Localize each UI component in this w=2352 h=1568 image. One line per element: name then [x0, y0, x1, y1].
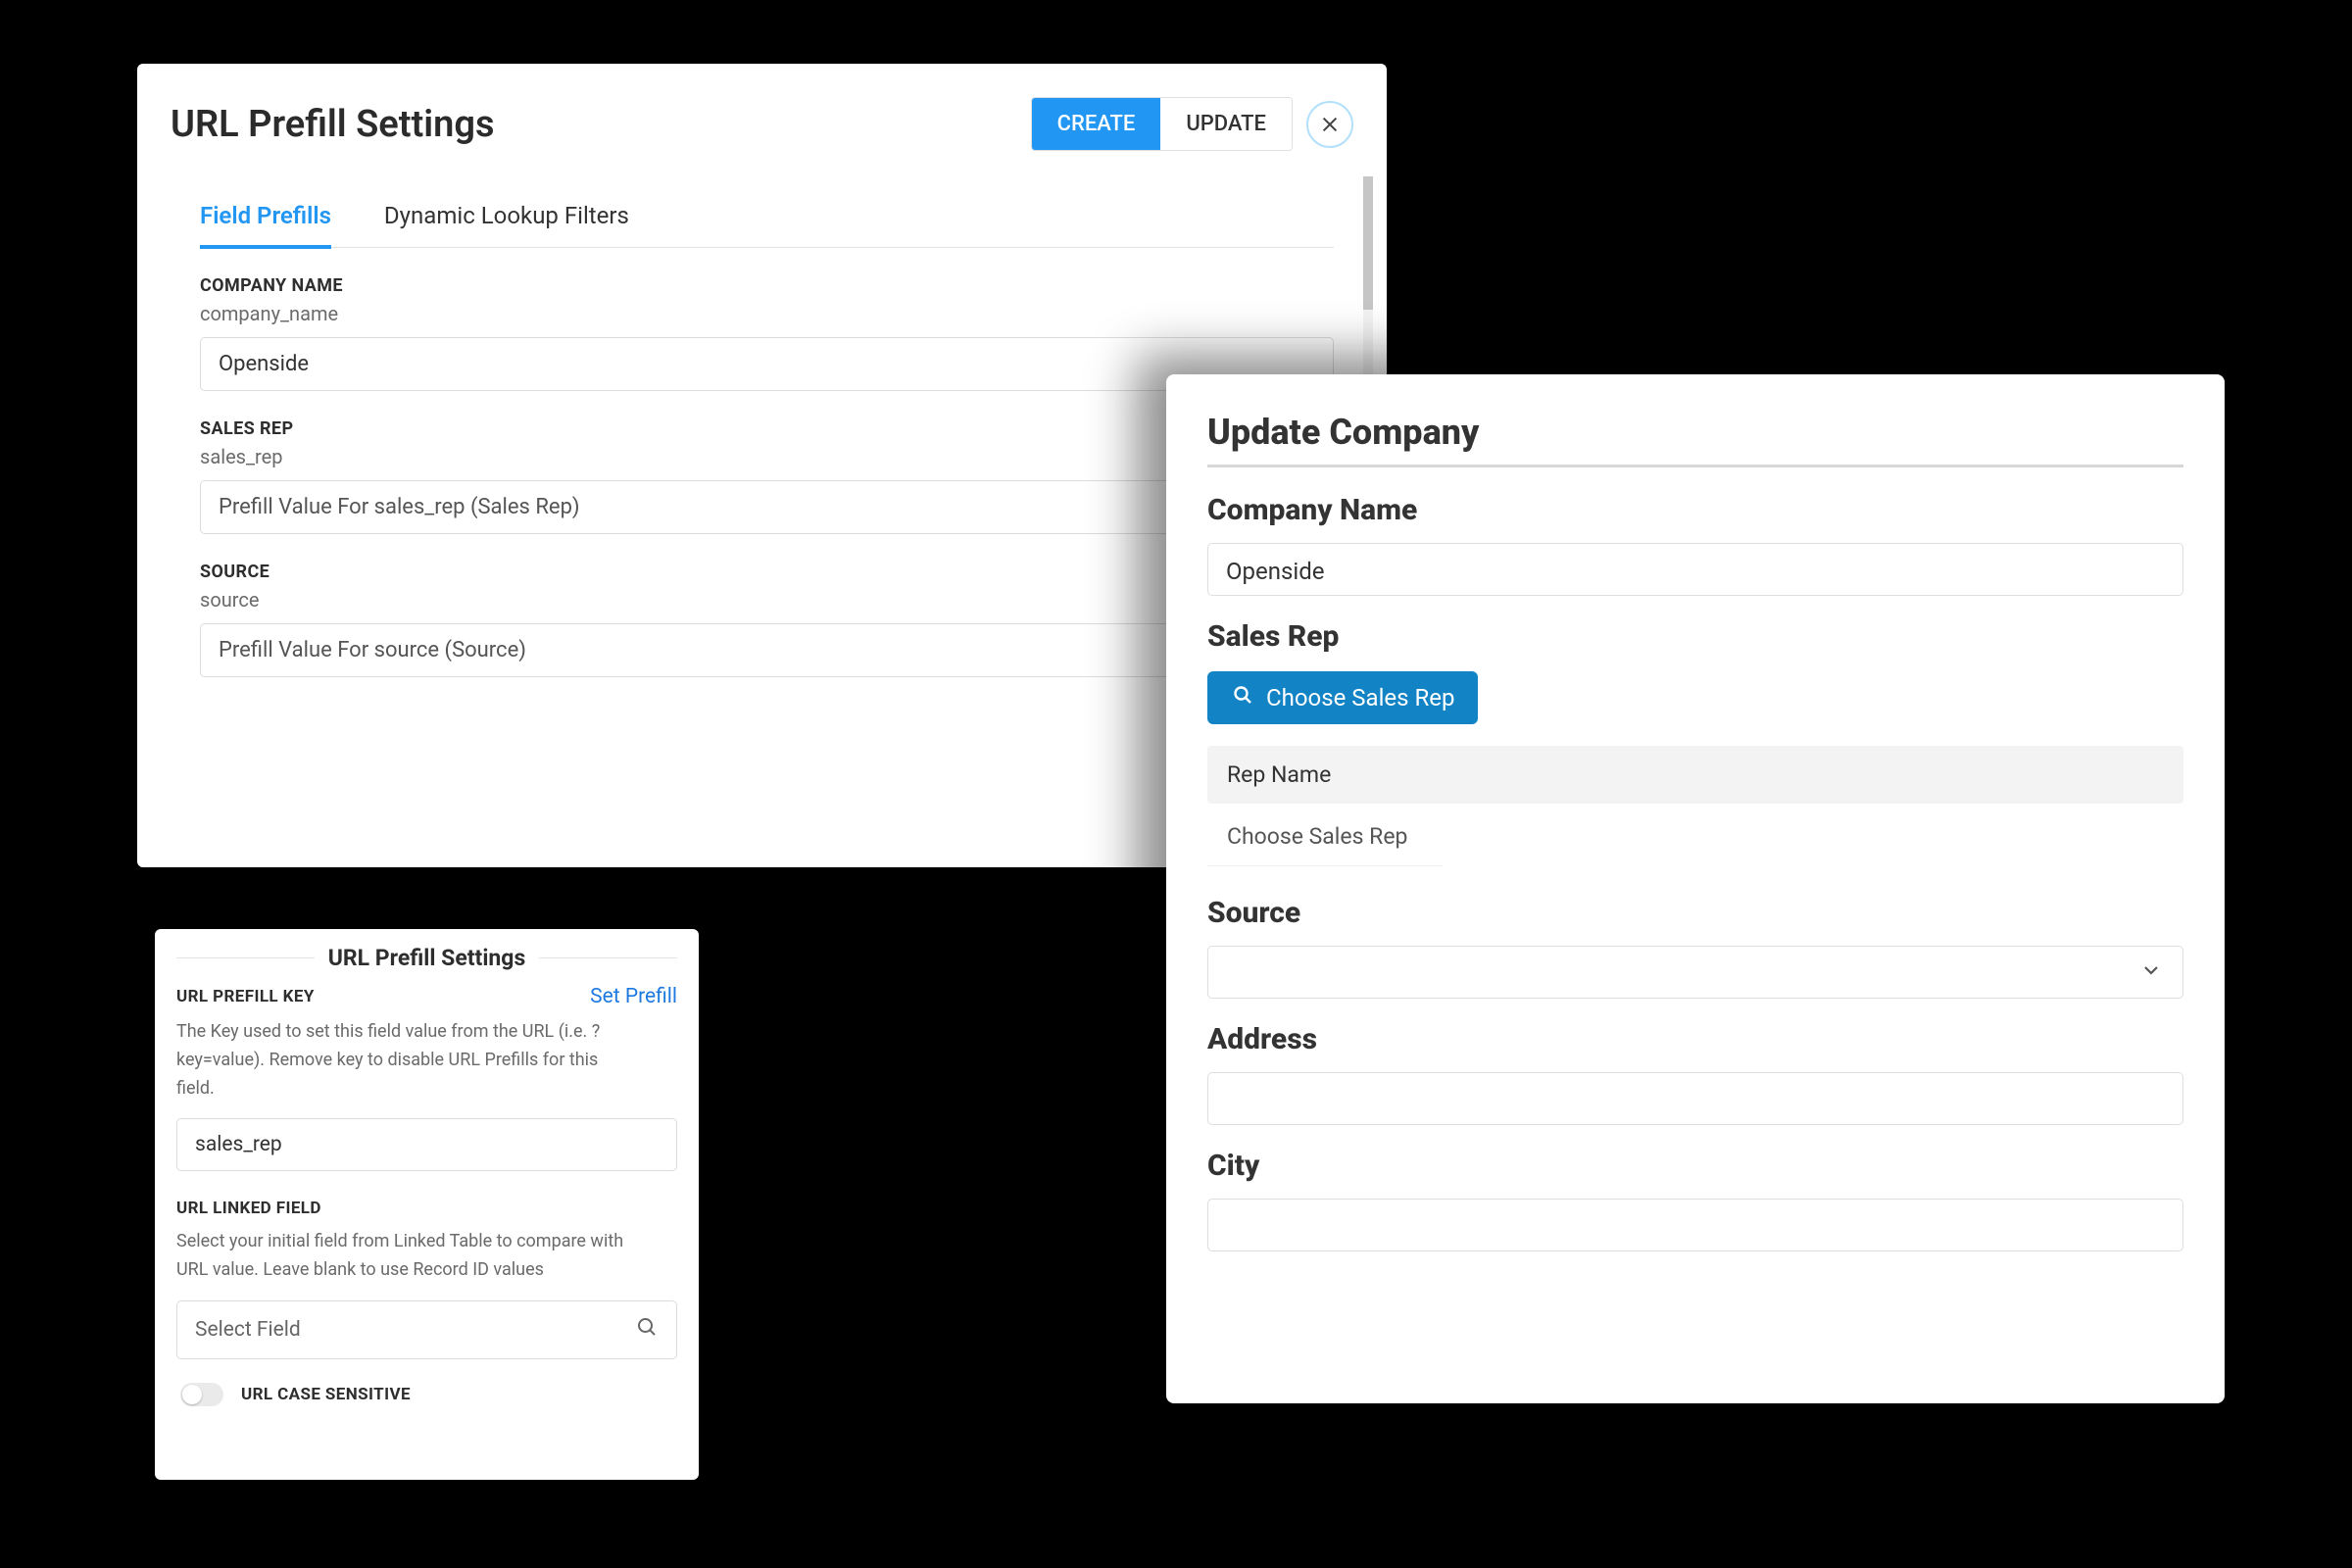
field-key: company_name [200, 302, 1334, 325]
tab-dynamic-lookup-filters[interactable]: Dynamic Lookup Filters [384, 190, 629, 247]
chevron-down-icon [2139, 958, 2163, 986]
panel1-title: URL Prefill Settings [171, 103, 495, 146]
field-key: source [200, 588, 1334, 612]
search-icon [1231, 683, 1254, 712]
case-sensitive-row: URL CASE SENSITIVE [176, 1383, 677, 1406]
update-company-panel: Update Company Company Name Openside Sal… [1166, 374, 2225, 1403]
key-row: URL PREFILL KEY Set Prefill [176, 987, 677, 1008]
rep-name-header: Rep Name [1207, 746, 2183, 804]
linked-field-section: URL LINKED FIELD Select your initial fie… [176, 1199, 677, 1359]
scrollbar-up[interactable] [1363, 176, 1373, 192]
panel1-actions: CREATE UPDATE [1031, 97, 1353, 151]
url-prefill-key-label: URL PREFILL KEY [176, 987, 315, 1006]
field-block-sales-rep: SALES REP sales_rep Prefill Value For sa… [200, 418, 1334, 534]
sales-rep-label: Sales Rep [1207, 619, 2183, 654]
field-block-company-name: COMPANY NAME company_name Openside [200, 275, 1334, 391]
close-button[interactable] [1306, 101, 1353, 148]
mode-toggle: CREATE UPDATE [1031, 97, 1293, 151]
tab-field-prefills[interactable]: Field Prefills [200, 190, 331, 249]
address-field[interactable] [1207, 1072, 2183, 1125]
close-icon [1319, 114, 1341, 135]
panel1-header: URL Prefill Settings CREATE UPDATE [137, 64, 1387, 167]
company-name-field[interactable]: Openside [1207, 543, 2183, 596]
url-linked-field-help: Select your initial field from Linked Ta… [176, 1228, 637, 1285]
source-select[interactable] [1207, 946, 2183, 999]
toggle-knob [182, 1385, 202, 1404]
update-button[interactable]: UPDATE [1160, 98, 1292, 150]
divider-right [539, 957, 677, 958]
field-label: COMPANY NAME [200, 275, 1334, 296]
field-label: SALES REP [200, 418, 1334, 439]
create-button[interactable]: CREATE [1032, 98, 1161, 150]
choose-sales-rep-button[interactable]: Choose Sales Rep [1207, 671, 1478, 724]
url-prefill-key-input[interactable]: sales_rep [176, 1118, 677, 1171]
city-label: City [1207, 1149, 2183, 1183]
company-name-label: Company Name [1207, 493, 2183, 527]
select-placeholder: Select Field [195, 1318, 301, 1342]
url-linked-field-label: URL LINKED FIELD [176, 1199, 677, 1218]
address-label: Address [1207, 1022, 2183, 1056]
update-company-title: Update Company [1207, 412, 2183, 467]
rep-list-item[interactable]: Choose Sales Rep [1207, 804, 1443, 866]
set-prefill-link[interactable]: Set Prefill [590, 985, 677, 1008]
case-sensitive-label: URL CASE SENSITIVE [241, 1385, 411, 1404]
divider-left [176, 957, 315, 958]
field-block-source: SOURCE source Prefill Value For source (… [200, 562, 1334, 677]
url-prefill-key-help: The Key used to set this field value fro… [176, 1018, 637, 1102]
field-key: sales_rep [200, 445, 1334, 468]
choose-sales-rep-label: Choose Sales Rep [1266, 684, 1454, 711]
company-name-input[interactable]: Openside [200, 337, 1334, 391]
panel2-title: URL Prefill Settings [328, 945, 526, 971]
source-label: Source [1207, 896, 2183, 930]
url-linked-field-select[interactable]: Select Field [176, 1300, 677, 1359]
case-sensitive-toggle[interactable] [180, 1383, 223, 1406]
source-input[interactable]: Prefill Value For source (Source) [200, 623, 1334, 677]
sales-rep-input[interactable]: Prefill Value For sales_rep (Sales Rep) [200, 480, 1334, 534]
tabs: Field Prefills Dynamic Lookup Filters [200, 190, 1334, 248]
panel2-title-row: URL Prefill Settings [176, 945, 677, 971]
url-prefill-key-panel: URL Prefill Settings URL PREFILL KEY Set… [155, 929, 699, 1480]
scrollbar-thumb[interactable] [1363, 192, 1373, 310]
city-field[interactable] [1207, 1199, 2183, 1251]
search-icon [635, 1315, 659, 1345]
field-label: SOURCE [200, 562, 1334, 582]
